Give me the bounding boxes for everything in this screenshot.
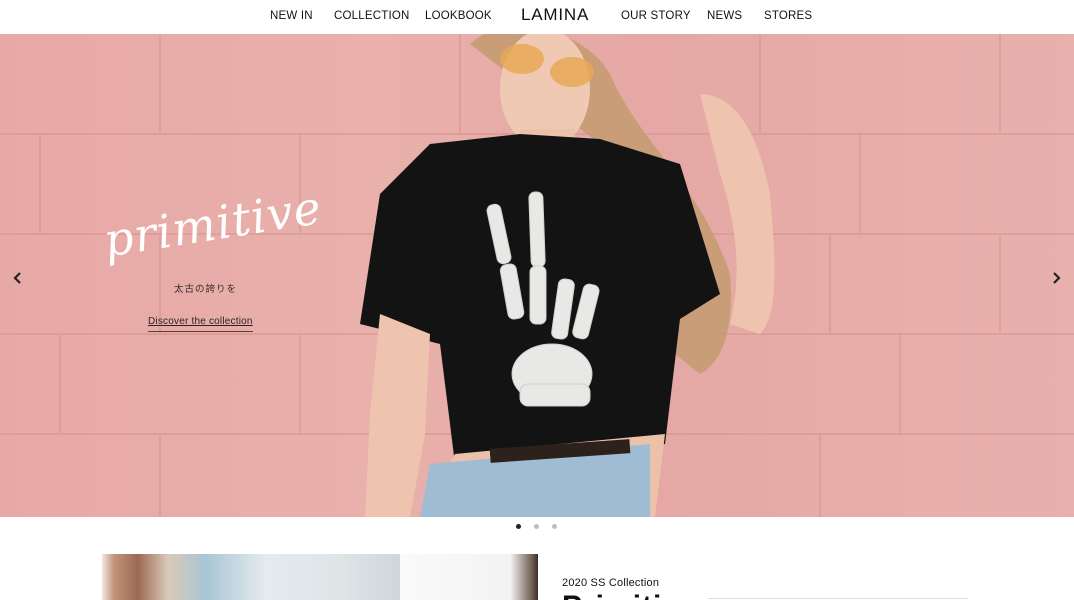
slide-dot-2[interactable] <box>534 524 539 529</box>
hero-slider: primitive 太古の誇りを Discover the collection <box>0 34 1074 517</box>
hero-subtitle: 太古の誇りを <box>174 284 238 295</box>
nav-new-in[interactable]: NEW IN <box>270 10 313 22</box>
brand-logo[interactable]: LAMINA <box>521 5 589 25</box>
chevron-left-icon[interactable] <box>10 270 26 286</box>
chevron-right-icon[interactable] <box>1048 270 1064 286</box>
slide-dot-1[interactable] <box>516 524 521 529</box>
nav-lookbook[interactable]: LOOKBOOK <box>425 10 492 22</box>
nav-our-story[interactable]: OUR STORY <box>621 10 691 22</box>
collection-image-secondary <box>400 554 538 600</box>
nav-collection[interactable]: COLLECTION <box>334 10 410 22</box>
divider <box>708 598 968 599</box>
slide-dot-3[interactable] <box>552 524 557 529</box>
top-navigation: NEW IN COLLECTION LOOKBOOK LAMINA OUR ST… <box>0 0 1074 34</box>
discover-collection-link[interactable]: Discover the collection <box>148 316 253 332</box>
nav-news[interactable]: NEWS <box>707 10 742 22</box>
collection-image[interactable] <box>102 554 400 600</box>
collection-title: Primitive <box>562 590 698 600</box>
hero-title-block: primitive 太古の誇りを <box>100 180 326 295</box>
nav-stores[interactable]: STORES <box>764 10 812 22</box>
collection-label: 2020 SS Collection <box>562 577 660 589</box>
hero-image <box>0 34 1074 517</box>
